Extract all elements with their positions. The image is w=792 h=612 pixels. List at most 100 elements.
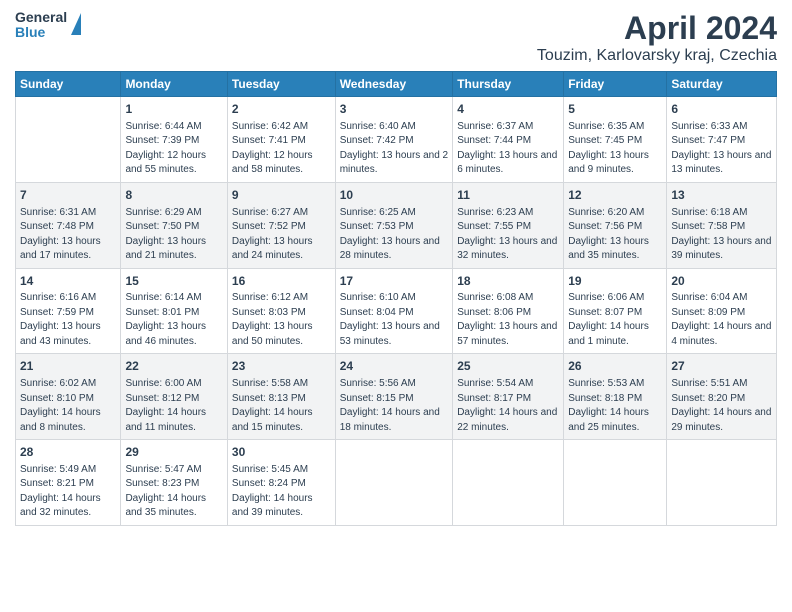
calendar-header-row: Sunday Monday Tuesday Wednesday Thursday…: [16, 72, 777, 97]
table-row: 26 Sunrise: 5:53 AM Sunset: 8:18 PM Dayli…: [564, 354, 667, 440]
cell-info: Sunrise: 6:08 AM Sunset: 8:06 PM Dayligh…: [457, 291, 559, 349]
col-tuesday: Tuesday: [227, 72, 335, 97]
col-monday: Monday: [121, 72, 227, 97]
table-row: 14Sunrise: 6:16 AM Sunset: 7:59 PM Dayli…: [16, 268, 121, 354]
cell-info: Sunrise: 6:31 AM Sunset: 7:48 PM Dayligh…: [20, 206, 116, 264]
cell-info: Sunrise: 5:47 AM Sunset: 8:23 PM Dayligh…: [125, 463, 222, 521]
table-row: 19Sunrise: 6:06 AM Sunset: 8:07 PM Dayli…: [564, 268, 667, 354]
day-number: 3: [340, 101, 449, 118]
cell-info: Sunrise: 6:27 AM Sunset: 7:52 PM Dayligh…: [232, 206, 331, 264]
logo: General Blue: [15, 10, 81, 41]
calendar-week-row: 21 Sunrise: 6:02 AM Sunset: 8:10 PM Dayli…: [16, 354, 777, 440]
table-row: [453, 440, 564, 526]
table-row: 7 Sunrise: 6:31 AM Sunset: 7:48 PM Daylig…: [16, 182, 121, 268]
day-number: 6: [671, 101, 772, 118]
day-number: 18: [457, 273, 559, 290]
logo-general: General: [15, 10, 67, 25]
table-row: [667, 440, 777, 526]
day-number: 23: [232, 358, 331, 375]
day-number: 19: [568, 273, 662, 290]
day-number: 2: [232, 101, 331, 118]
table-row: 6 Sunrise: 6:33 AM Sunset: 7:47 PM Daylig…: [667, 97, 777, 183]
day-number: 14: [20, 273, 116, 290]
page-header: General Blue April 2024 Touzim, Karlovar…: [15, 10, 777, 65]
day-number: 7: [20, 187, 116, 204]
table-row: 22 Sunrise: 6:00 AM Sunset: 8:12 PM Dayli…: [121, 354, 227, 440]
cell-info: Sunrise: 6:10 AM Sunset: 8:04 PM Dayligh…: [340, 291, 449, 349]
cell-info: Sunrise: 6:42 AM Sunset: 7:41 PM Dayligh…: [232, 120, 331, 178]
day-number: 16: [232, 273, 331, 290]
table-row: [335, 440, 453, 526]
day-number: 13: [671, 187, 772, 204]
day-number: 25: [457, 358, 559, 375]
col-wednesday: Wednesday: [335, 72, 453, 97]
col-saturday: Saturday: [667, 72, 777, 97]
cell-info: Sunrise: 6:33 AM Sunset: 7:47 PM Dayligh…: [671, 120, 772, 178]
table-row: [16, 97, 121, 183]
page-subtitle: Touzim, Karlovarsky kraj, Czechia: [537, 47, 777, 65]
table-row: 18Sunrise: 6:08 AM Sunset: 8:06 PM Dayli…: [453, 268, 564, 354]
cell-info: Sunrise: 5:58 AM Sunset: 8:13 PM Dayligh…: [232, 377, 331, 435]
table-row: 27 Sunrise: 5:51 AM Sunset: 8:20 PM Dayli…: [667, 354, 777, 440]
day-number: 10: [340, 187, 449, 204]
cell-info: Sunrise: 6:37 AM Sunset: 7:44 PM Dayligh…: [457, 120, 559, 178]
calendar-week-row: 1Sunrise: 6:44 AM Sunset: 7:39 PM Daylig…: [16, 97, 777, 183]
table-row: 3 Sunrise: 6:40 AM Sunset: 7:42 PM Daylig…: [335, 97, 453, 183]
table-row: 23 Sunrise: 5:58 AM Sunset: 8:13 PM Dayli…: [227, 354, 335, 440]
cell-info: Sunrise: 6:23 AM Sunset: 7:55 PM Dayligh…: [457, 206, 559, 264]
cell-info: Sunrise: 5:51 AM Sunset: 8:20 PM Dayligh…: [671, 377, 772, 435]
table-row: 28 Sunrise: 5:49 AM Sunset: 8:21 PM Dayli…: [16, 440, 121, 526]
logo-blue: Blue: [15, 25, 67, 40]
cell-info: Sunrise: 6:16 AM Sunset: 7:59 PM Dayligh…: [20, 291, 116, 349]
cell-info: Sunrise: 5:56 AM Sunset: 8:15 PM Dayligh…: [340, 377, 449, 435]
day-number: 22: [125, 358, 222, 375]
day-number: 17: [340, 273, 449, 290]
table-row: 2 Sunrise: 6:42 AM Sunset: 7:41 PM Daylig…: [227, 97, 335, 183]
table-row: 8Sunrise: 6:29 AM Sunset: 7:50 PM Daylig…: [121, 182, 227, 268]
day-number: 27: [671, 358, 772, 375]
cell-info: Sunrise: 6:00 AM Sunset: 8:12 PM Dayligh…: [125, 377, 222, 435]
table-row: 20Sunrise: 6:04 AM Sunset: 8:09 PM Dayli…: [667, 268, 777, 354]
table-row: 24 Sunrise: 5:56 AM Sunset: 8:15 PM Dayli…: [335, 354, 453, 440]
table-row: [564, 440, 667, 526]
cell-info: Sunrise: 6:02 AM Sunset: 8:10 PM Dayligh…: [20, 377, 116, 435]
cell-info: Sunrise: 6:40 AM Sunset: 7:42 PM Dayligh…: [340, 120, 449, 178]
day-number: 24: [340, 358, 449, 375]
calendar-table: Sunday Monday Tuesday Wednesday Thursday…: [15, 71, 777, 526]
day-number: 15: [125, 273, 222, 290]
col-friday: Friday: [564, 72, 667, 97]
calendar-week-row: 7 Sunrise: 6:31 AM Sunset: 7:48 PM Daylig…: [16, 182, 777, 268]
cell-info: Sunrise: 5:53 AM Sunset: 8:18 PM Dayligh…: [568, 377, 662, 435]
cell-info: Sunrise: 6:20 AM Sunset: 7:56 PM Dayligh…: [568, 206, 662, 264]
cell-info: Sunrise: 6:06 AM Sunset: 8:07 PM Dayligh…: [568, 291, 662, 349]
table-row: 12Sunrise: 6:20 AM Sunset: 7:56 PM Dayli…: [564, 182, 667, 268]
table-row: 17Sunrise: 6:10 AM Sunset: 8:04 PM Dayli…: [335, 268, 453, 354]
day-number: 21: [20, 358, 116, 375]
cell-info: Sunrise: 5:49 AM Sunset: 8:21 PM Dayligh…: [20, 463, 116, 521]
table-row: 21 Sunrise: 6:02 AM Sunset: 8:10 PM Dayli…: [16, 354, 121, 440]
logo-triangle-icon: [71, 13, 81, 35]
day-number: 5: [568, 101, 662, 118]
cell-info: Sunrise: 6:04 AM Sunset: 8:09 PM Dayligh…: [671, 291, 772, 349]
table-row: 1Sunrise: 6:44 AM Sunset: 7:39 PM Daylig…: [121, 97, 227, 183]
cell-info: Sunrise: 6:35 AM Sunset: 7:45 PM Dayligh…: [568, 120, 662, 178]
table-row: 9Sunrise: 6:27 AM Sunset: 7:52 PM Daylig…: [227, 182, 335, 268]
day-number: 30: [232, 444, 331, 461]
day-number: 8: [125, 187, 222, 204]
table-row: 5 Sunrise: 6:35 AM Sunset: 7:45 PM Daylig…: [564, 97, 667, 183]
day-number: 26: [568, 358, 662, 375]
table-row: 10Sunrise: 6:25 AM Sunset: 7:53 PM Dayli…: [335, 182, 453, 268]
day-number: 11: [457, 187, 559, 204]
table-row: 29 Sunrise: 5:47 AM Sunset: 8:23 PM Dayli…: [121, 440, 227, 526]
cell-info: Sunrise: 5:45 AM Sunset: 8:24 PM Dayligh…: [232, 463, 331, 521]
cell-info: Sunrise: 5:54 AM Sunset: 8:17 PM Dayligh…: [457, 377, 559, 435]
table-row: 25 Sunrise: 5:54 AM Sunset: 8:17 PM Dayli…: [453, 354, 564, 440]
day-number: 4: [457, 101, 559, 118]
day-number: 28: [20, 444, 116, 461]
calendar-week-row: 14Sunrise: 6:16 AM Sunset: 7:59 PM Dayli…: [16, 268, 777, 354]
day-number: 29: [125, 444, 222, 461]
table-row: 16Sunrise: 6:12 AM Sunset: 8:03 PM Dayli…: [227, 268, 335, 354]
table-row: 11 Sunrise: 6:23 AM Sunset: 7:55 PM Dayli…: [453, 182, 564, 268]
col-sunday: Sunday: [16, 72, 121, 97]
cell-info: Sunrise: 6:18 AM Sunset: 7:58 PM Dayligh…: [671, 206, 772, 264]
